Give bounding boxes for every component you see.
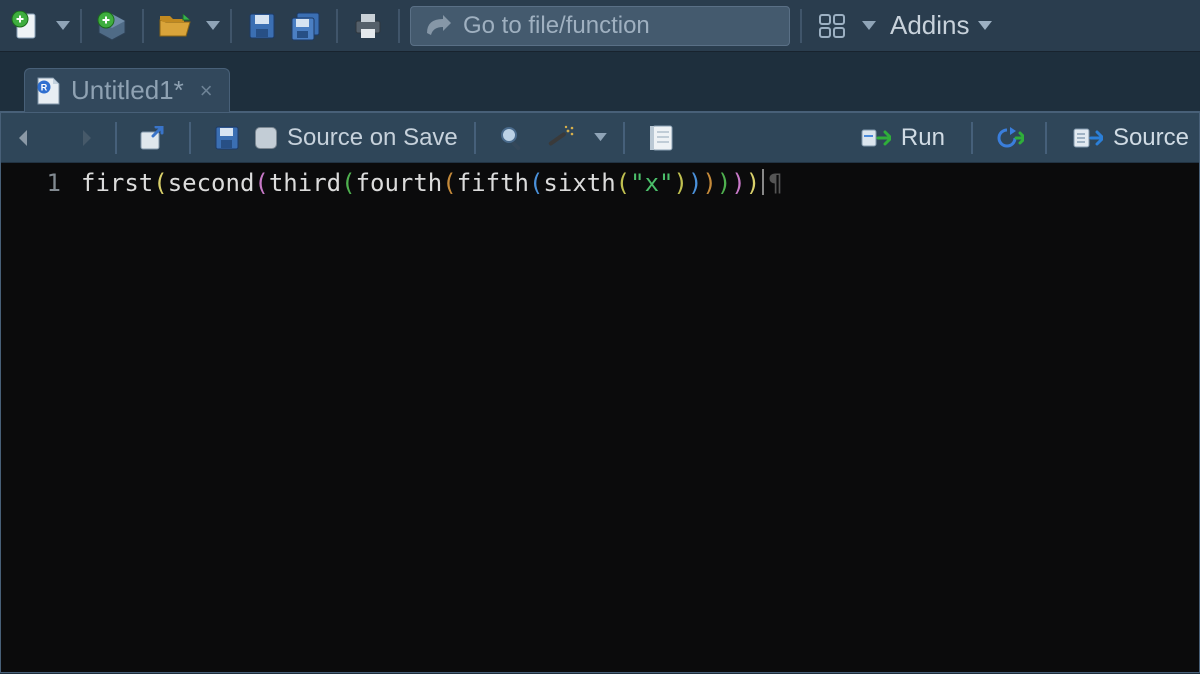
token-string: "x" xyxy=(630,169,673,197)
find-button[interactable] xyxy=(492,118,532,158)
source-on-save-checkbox[interactable] xyxy=(255,127,277,149)
source-on-save-label: Source on Save xyxy=(287,124,458,152)
save-all-button[interactable] xyxy=(286,6,326,46)
project-icon xyxy=(96,11,128,41)
addins-label: Addins xyxy=(890,10,970,41)
code-editor[interactable]: 1 first(second(third(fourth(fifth(sixth(… xyxy=(1,163,1199,672)
nav-back-button[interactable] xyxy=(11,118,51,158)
paren-open-3: ( xyxy=(341,169,355,197)
rerun-icon xyxy=(994,126,1024,150)
tab-title: Untitled1* xyxy=(71,75,184,106)
source-icon xyxy=(1073,126,1103,150)
source-panel: Source on Save xyxy=(0,111,1200,673)
notebook-icon xyxy=(648,124,674,152)
print-icon xyxy=(353,12,383,40)
compile-report-button[interactable] xyxy=(641,118,681,158)
separator xyxy=(474,122,476,154)
paren-open-6: ( xyxy=(616,169,630,197)
tab-untitled1[interactable]: R Untitled1* × xyxy=(24,68,230,112)
separator xyxy=(971,122,973,154)
rerun-button[interactable] xyxy=(989,118,1029,158)
grid-button[interactable] xyxy=(812,6,852,46)
separator xyxy=(230,9,232,43)
run-icon xyxy=(861,126,891,150)
paren-close-5: ) xyxy=(688,169,702,197)
paren-open-5: ( xyxy=(529,169,543,197)
separator xyxy=(80,9,82,43)
new-project-button[interactable] xyxy=(92,6,132,46)
code-tools-button[interactable] xyxy=(540,118,580,158)
arrow-right-icon xyxy=(67,127,91,149)
goto-placeholder: Go to file/function xyxy=(463,12,650,40)
line-gutter: 1 xyxy=(1,163,81,672)
tab-strip: R Untitled1* × xyxy=(0,52,1200,112)
chevron-down-icon xyxy=(978,21,992,31)
token-fourth: fourth xyxy=(356,169,443,197)
code-area[interactable]: first(second(third(fourth(fifth(sixth("x… xyxy=(81,163,1199,672)
paren-close-2: ) xyxy=(731,169,745,197)
separator xyxy=(336,9,338,43)
paren-open-1: ( xyxy=(153,169,167,197)
wand-icon xyxy=(545,125,575,151)
separator xyxy=(189,122,191,154)
paren-open-2: ( xyxy=(254,169,268,197)
run-label: Run xyxy=(901,124,945,152)
paren-close-4: ) xyxy=(702,169,716,197)
pilcrow-icon: ¶ xyxy=(768,169,782,197)
run-button[interactable]: Run xyxy=(851,124,955,152)
separator xyxy=(1045,122,1047,154)
magnifier-icon xyxy=(499,125,525,151)
arrow-left-icon xyxy=(19,127,43,149)
new-file-icon xyxy=(11,11,41,41)
open-recent-dropdown[interactable] xyxy=(206,21,220,31)
addins-menu[interactable]: Addins xyxy=(880,10,1002,41)
open-file-button[interactable] xyxy=(154,6,196,46)
separator xyxy=(398,9,400,43)
save-doc-button[interactable] xyxy=(207,118,247,158)
source-button[interactable]: Source xyxy=(1063,124,1189,152)
nav-forward-button[interactable] xyxy=(59,118,99,158)
goto-file-function[interactable]: Go to file/function xyxy=(410,6,790,46)
main-toolbar: Go to file/function Addins xyxy=(0,0,1200,52)
separator xyxy=(623,122,625,154)
token-third: third xyxy=(269,169,341,197)
print-button[interactable] xyxy=(348,6,388,46)
save-button[interactable] xyxy=(242,6,282,46)
token-fifth: fifth xyxy=(457,169,529,197)
token-second: second xyxy=(168,169,255,197)
text-cursor xyxy=(762,169,764,195)
r-file-icon: R xyxy=(35,76,61,106)
source-on-save[interactable]: Source on Save xyxy=(255,124,458,152)
paren-open-4: ( xyxy=(442,169,456,197)
svg-text:R: R xyxy=(41,82,48,92)
separator xyxy=(800,9,802,43)
open-folder-icon xyxy=(158,12,192,40)
separator xyxy=(115,122,117,154)
save-icon xyxy=(214,125,240,151)
popout-icon xyxy=(140,126,166,150)
paren-close-6: ) xyxy=(673,169,687,197)
close-tab-button[interactable]: × xyxy=(200,78,213,104)
code-tools-dropdown[interactable] xyxy=(594,133,607,142)
source-label: Source xyxy=(1113,124,1189,152)
editor-toolbar: Source on Save xyxy=(1,113,1199,163)
line-number: 1 xyxy=(1,169,61,197)
separator xyxy=(142,9,144,43)
save-icon xyxy=(248,12,276,40)
grid-dropdown[interactable] xyxy=(862,21,876,31)
save-all-icon xyxy=(290,11,322,41)
paren-close-3: ) xyxy=(717,169,731,197)
token-first: first xyxy=(81,169,153,197)
new-file-button[interactable] xyxy=(6,6,46,46)
new-file-dropdown[interactable] xyxy=(56,21,70,31)
token-sixth: sixth xyxy=(543,169,615,197)
show-in-window-button[interactable] xyxy=(133,118,173,158)
grid-icon xyxy=(818,13,846,39)
goto-arrow-icon xyxy=(425,15,451,37)
paren-close-1: ) xyxy=(746,169,760,197)
